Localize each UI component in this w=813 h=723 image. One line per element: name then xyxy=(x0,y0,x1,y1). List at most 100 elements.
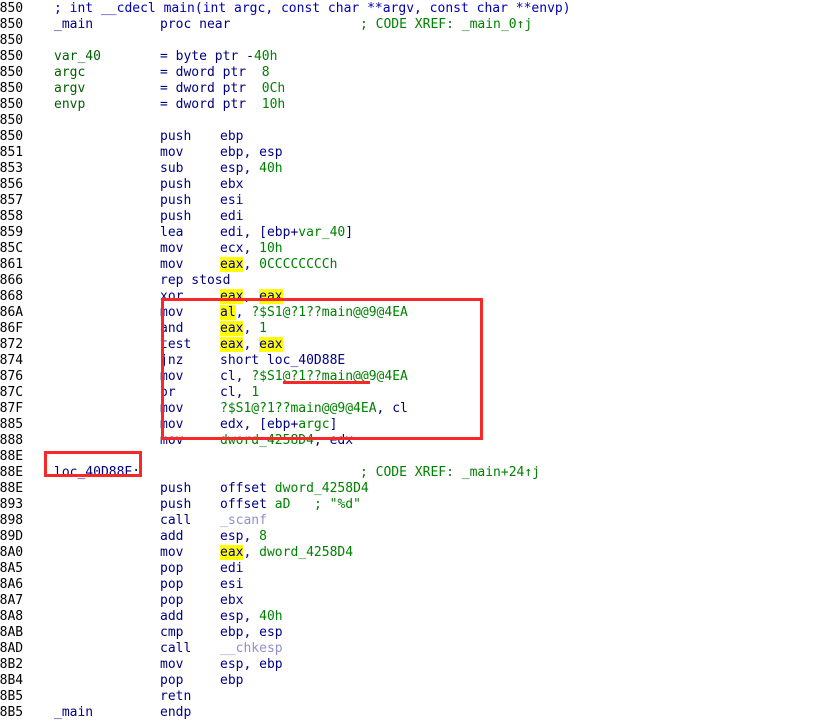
disasm-line[interactable]: 0D850 _mainproc near ; CODE XREF: _main_0↑… xyxy=(0,17,813,33)
numeric-literal: 0CCCCCCCCh xyxy=(259,257,338,272)
disasm-line[interactable]: 0D866 rep stosd xyxy=(0,273,813,289)
string-literal-comment: ; "%d" xyxy=(314,497,361,512)
disasm-line[interactable]: 0D850argv= dword ptr 0Ch xyxy=(0,81,813,97)
highlighted-token[interactable]: eax xyxy=(259,289,283,304)
disasm-line[interactable]: 0D885movedx, [ebp+argc] xyxy=(0,417,813,433)
identifier-ref[interactable]: ?$S1@?1??main@@9@4EA xyxy=(220,401,377,416)
mnemonic: pop xyxy=(160,593,184,608)
address: 0D898 xyxy=(0,513,24,528)
library-call-ref[interactable]: __chkesp xyxy=(220,641,283,656)
mnemonic: retn xyxy=(160,689,192,704)
disasm-line[interactable]: 0D850 push ebp xyxy=(0,129,813,145)
disasm-line[interactable]: 0D861moveax, 0CCCCCCCCh xyxy=(0,257,813,273)
disasm-line[interactable]: 0D8B5 _mainendp xyxy=(0,705,813,721)
identifier-ref[interactable]: argc xyxy=(298,417,329,432)
disasm-line[interactable]: 0D8B5 retn xyxy=(0,689,813,705)
address: 0D8AB xyxy=(0,625,24,640)
highlighted-token[interactable]: eax xyxy=(220,289,244,304)
highlighted-token[interactable]: eax xyxy=(220,545,244,560)
identifier-ref[interactable]: var_40 xyxy=(298,225,345,240)
disasm-line[interactable]: 0D874 jnz short loc_40D88E xyxy=(0,353,813,369)
disasm-line[interactable]: 0D876movcl, ?$S1@?1??main@@9@4EA xyxy=(0,369,813,385)
disasm-line[interactable]: 0D88E loc_40D88E: ; CODE XREF: _main+24↑j xyxy=(0,465,813,481)
address: 0D8A8 xyxy=(0,609,24,624)
disasm-line[interactable]: 0D868xoreax, eax xyxy=(0,289,813,305)
disasm-line[interactable]: 0D850argc= dword ptr 8 xyxy=(0,65,813,81)
disasm-line[interactable]: 0D872testeax, eax xyxy=(0,337,813,353)
disasm-line[interactable]: 0D89Daddesp, 8 xyxy=(0,529,813,545)
address: 0D850 xyxy=(0,113,24,128)
address: 0D8AD xyxy=(0,641,24,656)
numeric-literal: 40h xyxy=(259,609,283,624)
disasm-line[interactable]: 0D850 xyxy=(0,33,813,49)
identifier-ref[interactable]: dword_4258D4 xyxy=(275,481,369,496)
proc-directive: proc near xyxy=(160,17,231,32)
disasm-line[interactable]: 0D86Amoval, ?$S1@?1??main@@9@4EA xyxy=(0,305,813,321)
disasm-line[interactable]: 0D8B4 pop ebp xyxy=(0,673,813,689)
register: ebp xyxy=(259,657,283,672)
disasm-line[interactable]: 0D86Fandeax, 1 xyxy=(0,321,813,337)
disasm-line[interactable]: 0D850var_40= byte ptr -40h xyxy=(0,49,813,65)
disasm-line[interactable]: 0D888movdword_4258D4, edx xyxy=(0,433,813,449)
register: edi xyxy=(220,209,244,224)
mnemonic: mov xyxy=(160,369,184,384)
numeric-literal: 40h xyxy=(253,49,278,64)
disasm-line[interactable]: 0D851movebp, esp xyxy=(0,145,813,161)
register: esp xyxy=(220,161,244,176)
jump-target-ref[interactable]: loc_40D88E xyxy=(267,353,345,368)
disasm-line[interactable]: 0D85Cmovecx, 10h xyxy=(0,241,813,257)
operand-keyword: ptr xyxy=(214,49,239,64)
disasm-line[interactable]: 0D8A0moveax, dword_4258D4 xyxy=(0,545,813,561)
library-call-ref[interactable]: _scanf xyxy=(220,513,267,528)
disasm-line[interactable]: 0D856 push ebx xyxy=(0,177,813,193)
disasm-line[interactable]: 0D87Fmov?$S1@?1??main@@9@4EA, cl xyxy=(0,401,813,417)
function-name[interactable]: _main xyxy=(54,705,160,721)
stack-variable-name[interactable]: envp xyxy=(54,97,160,113)
identifier-ref[interactable]: ?$S1@?1??main@@9@4EA xyxy=(251,305,408,320)
highlighted-token[interactable]: eax xyxy=(259,337,283,352)
disasm-line[interactable]: 0D859leaedi, [ebp+var_40] xyxy=(0,225,813,241)
code-label[interactable]: loc_40D88E: xyxy=(54,465,160,481)
mnemonic: test xyxy=(160,337,192,352)
highlighted-token[interactable]: eax xyxy=(220,337,244,352)
disasm-line[interactable]: 0D8A8addesp, 40h xyxy=(0,609,813,625)
disasm-line[interactable]: 0D8A6 pop esi xyxy=(0,577,813,593)
disasm-line[interactable]: 0D8AD call __chkesp xyxy=(0,641,813,657)
identifier-ref[interactable]: dword_4258D4 xyxy=(259,545,353,560)
register: edx xyxy=(329,433,354,448)
disasm-line[interactable]: 0D850envp= dword ptr 10h xyxy=(0,97,813,113)
stack-variable-name[interactable]: argc xyxy=(54,65,160,81)
highlighted-token[interactable]: al xyxy=(220,305,236,320)
disasm-line[interactable]: 0D8A5 pop edi xyxy=(0,561,813,577)
stack-variable-name[interactable]: argv xyxy=(54,81,160,97)
disasm-line[interactable]: 0D893 push offset aD ; "%d" xyxy=(0,497,813,513)
disasm-line[interactable]: 0D850 ; int __cdecl main(int argc, const … xyxy=(0,1,813,17)
disasm-line[interactable]: 0D8B2movesp, ebp xyxy=(0,657,813,673)
disasm-line[interactable]: 0D8ABcmpebp, esp xyxy=(0,625,813,641)
disasm-line[interactable]: 0D858 push edi xyxy=(0,209,813,225)
address: 0D89D xyxy=(0,529,24,544)
operand-keyword: ptr xyxy=(222,97,247,112)
mnemonic: jnz xyxy=(160,353,184,368)
stack-variable-name[interactable]: var_40 xyxy=(54,49,160,65)
disasm-line[interactable]: 0D8A7 pop ebx xyxy=(0,593,813,609)
register: ebx xyxy=(220,177,244,192)
disasm-line[interactable]: 0D850 xyxy=(0,113,813,129)
address: 0D859 xyxy=(0,225,24,240)
address: 0D850 xyxy=(0,1,24,16)
identifier-ref[interactable]: ?$S1@?1??main@@9@4EA xyxy=(251,369,408,384)
disasm-line[interactable]: 0D898 call _scanf xyxy=(0,513,813,529)
disassembly-listing[interactable]: 0D850 ; int __cdecl main(int argc, const … xyxy=(0,0,813,723)
address: 0D8B5 xyxy=(0,705,24,720)
address: 0D8A5 xyxy=(0,561,24,576)
disasm-line[interactable]: 0D88E push offset dword_4258D4 xyxy=(0,481,813,497)
identifier-ref[interactable]: dword_4258D4 xyxy=(220,433,314,448)
identifier-ref[interactable]: aD xyxy=(275,497,291,512)
function-name[interactable]: _main xyxy=(54,17,160,33)
highlighted-token[interactable]: eax xyxy=(220,257,244,272)
highlighted-token[interactable]: eax xyxy=(220,321,244,336)
disasm-line[interactable]: 0D857 push esi xyxy=(0,193,813,209)
disasm-line[interactable]: 0D853subesp, 40h xyxy=(0,161,813,177)
disasm-line[interactable]: 0D88E xyxy=(0,449,813,465)
disasm-line[interactable]: 0D87Corcl, 1 xyxy=(0,385,813,401)
